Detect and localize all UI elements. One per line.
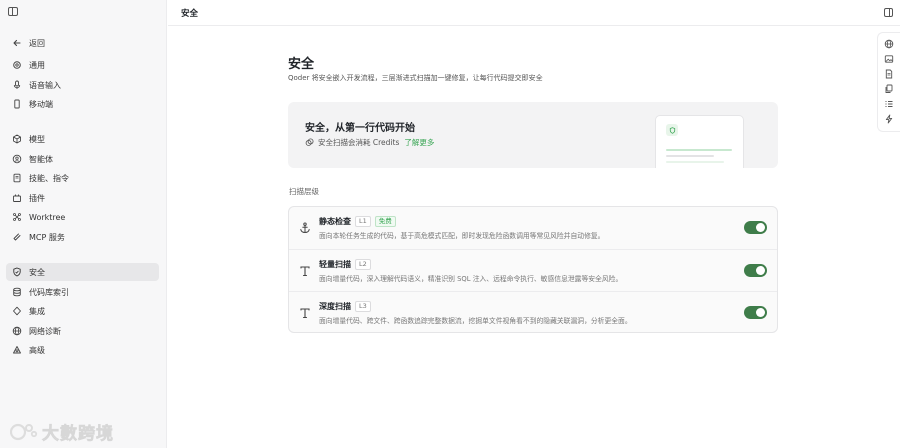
globe-icon[interactable] xyxy=(884,39,894,49)
watermark-logo-icon xyxy=(10,423,38,440)
gear-icon xyxy=(12,60,22,70)
level-badge: L1 xyxy=(355,216,371,227)
sidebar-item-agents[interactable]: 智能体 xyxy=(6,150,159,168)
sidebar-item-label: 网络诊断 xyxy=(29,326,61,336)
page-title: 安全 xyxy=(288,57,315,72)
section-label: 扫描层级 xyxy=(289,187,319,196)
learn-more-link[interactable]: 了解更多 xyxy=(404,137,434,148)
arrow-left-icon xyxy=(12,38,22,48)
cube-icon xyxy=(12,134,22,144)
sidebar-item-label: 智能体 xyxy=(29,154,53,164)
scan-level-row: 深度扫描 L3 面向增量代码、跨文件、跨函数追踪完整数据流，挖掘单文件视角看不到… xyxy=(289,291,777,333)
sidebar-item-security[interactable]: 安全 xyxy=(6,263,159,281)
sidebar-toggle-icon[interactable] xyxy=(8,7,18,16)
sidebar-item-skills[interactable]: 技能、指令 xyxy=(6,169,159,187)
sidebar-item-label: 技能、指令 xyxy=(29,173,69,183)
level-badge: L3 xyxy=(355,301,371,312)
mcp-icon xyxy=(12,232,22,242)
advanced-icon xyxy=(12,345,22,355)
scan-level-head: 轻量扫描 L2 xyxy=(319,259,371,270)
sidebar-item-label: 高级 xyxy=(29,345,45,355)
scan-level-desc: 面向增量代码，深入理解代码语义，精准识别 SQL 注入、远程命令执行、敏感信息泄… xyxy=(319,275,623,283)
credits-icon xyxy=(305,138,314,146)
document-icon[interactable] xyxy=(884,69,894,79)
sidebar-item-mobile[interactable]: 移动端 xyxy=(6,95,159,113)
agent-icon xyxy=(12,154,22,164)
sidebar-item-network-diagnostics[interactable]: 网络诊断 xyxy=(6,322,159,340)
sidebar-item-models[interactable]: 模型 xyxy=(6,130,159,148)
sidebar-item-label: 安全 xyxy=(29,267,45,277)
microphone-icon xyxy=(12,80,22,90)
illustration-line xyxy=(666,149,732,151)
book-icon xyxy=(12,173,22,183)
sidebar-item-worktree[interactable]: Worktree xyxy=(6,208,159,226)
copy-icon[interactable] xyxy=(884,84,894,94)
plugin-icon xyxy=(12,193,22,203)
sidebar-item-label: Worktree xyxy=(29,212,66,222)
scan-level-row: 静态检查 L1 免费 面向本轮任务生成的代码，基于高危模式匹配，即时发现危险函数… xyxy=(289,207,777,249)
sidebar-item-label: 语音输入 xyxy=(29,80,61,90)
back-button[interactable]: 返回 xyxy=(6,34,159,52)
lightning-icon[interactable] xyxy=(884,114,894,124)
shield-icon xyxy=(666,124,678,136)
watermark: 大數跨境 xyxy=(10,419,114,444)
topbar: 安全 xyxy=(168,0,900,26)
page-description: Qoder 将安全嵌入开发流程，三层渐进式扫描加一键修复，让每行代码提交即安全 xyxy=(288,74,543,82)
panel-toggle-icon[interactable] xyxy=(884,8,893,17)
sidebar-item-label: 代码库索引 xyxy=(29,287,69,297)
sidebar-item-codebase-index[interactable]: 代码库索引 xyxy=(6,283,159,301)
database-icon xyxy=(12,287,22,297)
scan-level-desc: 面向增量代码、跨文件、跨函数追踪完整数据流，挖掘单文件视角看不到的隐藏关联漏洞，… xyxy=(319,317,632,325)
back-label: 返回 xyxy=(29,38,45,48)
scan-level-desc: 面向本轮任务生成的代码，基于高危模式匹配，即时发现危险函数调用等常见风险并自动修… xyxy=(319,232,605,240)
scan-level-title: 静态检查 xyxy=(319,217,351,226)
scan-level-row: 轻量扫描 L2 面向增量代码，深入理解代码语义，精准识别 SQL 注入、远程命令… xyxy=(289,249,777,291)
scan-level-head: 静态检查 L1 免费 xyxy=(319,216,396,227)
right-rail xyxy=(877,32,900,132)
sidebar-item-label: 移动端 xyxy=(29,99,53,109)
banner-title: 安全，从第一行代码开始 xyxy=(305,123,415,134)
text-scan-icon xyxy=(299,307,311,319)
sidebar-item-label: 通用 xyxy=(29,60,45,70)
sidebar-item-label: MCP 服务 xyxy=(29,232,65,242)
scan-level-head: 深度扫描 L3 xyxy=(319,301,371,312)
banner-illustration xyxy=(655,115,744,168)
sidebar-item-label: 插件 xyxy=(29,193,45,203)
page-crumb: 安全 xyxy=(181,9,199,19)
banner-subtitle-row: 安全扫描会消耗 Credits 了解更多 xyxy=(305,137,434,148)
sidebar-item-advanced[interactable]: 高级 xyxy=(6,341,159,359)
light-scan-toggle[interactable] xyxy=(744,264,767,277)
illustration-line xyxy=(666,155,714,157)
sidebar-item-voice-input[interactable]: 语音输入 xyxy=(6,76,159,94)
sidebar-item-general[interactable]: 通用 xyxy=(6,56,159,74)
anchor-icon xyxy=(299,222,311,234)
sidebar-item-mcp[interactable]: MCP 服务 xyxy=(6,228,159,246)
text-scan-icon xyxy=(299,265,311,277)
scan-level-title: 深度扫描 xyxy=(319,302,351,311)
free-badge: 免费 xyxy=(374,216,396,227)
checklist-icon[interactable] xyxy=(884,99,894,109)
watermark-text: 大數跨境 xyxy=(42,424,114,445)
illustration-line xyxy=(666,161,724,163)
sidebar-item-label: 模型 xyxy=(29,134,45,144)
branch-icon xyxy=(12,212,22,222)
sidebar-item-label: 集成 xyxy=(29,306,45,316)
level-badge: L2 xyxy=(355,259,371,270)
integration-icon xyxy=(12,306,22,316)
sidebar-item-plugins[interactable]: 插件 xyxy=(6,189,159,207)
static-check-toggle[interactable] xyxy=(744,221,767,234)
banner-subtitle: 安全扫描会消耗 Credits xyxy=(318,138,400,147)
security-banner: 安全，从第一行代码开始 安全扫描会消耗 Credits 了解更多 xyxy=(288,102,778,168)
globe-icon xyxy=(12,326,22,336)
sidebar: 返回 通用 语音输入 移动端 模型 智能体 技能、指令 插件 Worktree … xyxy=(0,0,167,448)
shield-icon xyxy=(12,267,22,277)
mobile-icon xyxy=(12,99,22,109)
main-content: 安全 Qoder 将安全嵌入开发流程，三层渐进式扫描加一键修复，让每行代码提交即… xyxy=(168,26,877,448)
sidebar-item-integrations[interactable]: 集成 xyxy=(6,302,159,320)
scan-levels-card: 静态检查 L1 免费 面向本轮任务生成的代码，基于高危模式匹配，即时发现危险函数… xyxy=(288,206,778,333)
scan-level-title: 轻量扫描 xyxy=(319,260,351,269)
deep-scan-toggle[interactable] xyxy=(744,306,767,319)
image-icon[interactable] xyxy=(884,54,894,64)
